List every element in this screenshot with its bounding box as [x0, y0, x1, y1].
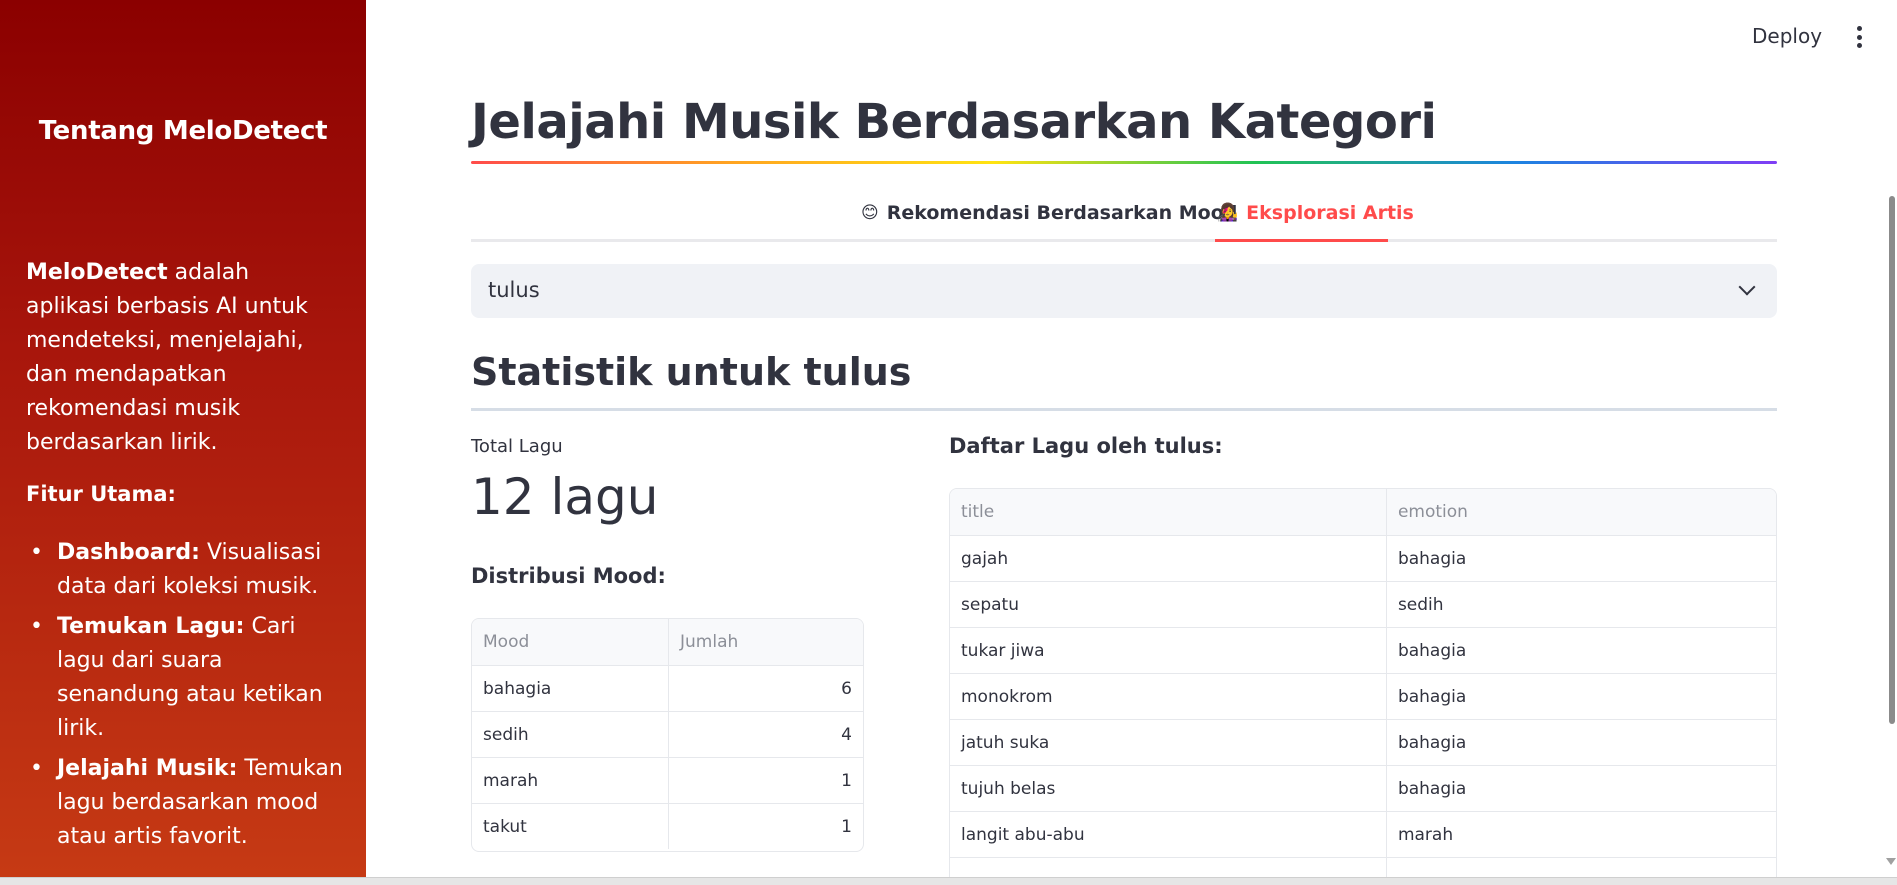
- window-bottom-edge: [0, 877, 1897, 885]
- deploy-button[interactable]: Deploy: [1752, 24, 1822, 48]
- table-row: tujuh belas bahagia: [950, 765, 1776, 811]
- bullet-icon: •: [30, 756, 43, 781]
- artist-select-value: tulus: [488, 278, 540, 302]
- feature-item: • Temukan Lagu: Cari lagu dari suara sena…: [26, 610, 344, 746]
- bullet-icon: •: [30, 540, 43, 565]
- scroll-down-arrow-icon[interactable]: [1886, 858, 1896, 865]
- sidebar: Tentang MeloDetect MeloDetect adalah apl…: [0, 0, 366, 877]
- table-header-row: title emotion: [950, 489, 1776, 535]
- column-header[interactable]: Mood: [472, 619, 668, 665]
- table-row: sepatu sedih: [950, 581, 1776, 627]
- active-tab-indicator: [1215, 239, 1388, 242]
- feature-name: Dashboard:: [57, 540, 200, 565]
- chevron-down-icon: [1738, 278, 1756, 296]
- table-row: monokrom bahagia: [950, 673, 1776, 719]
- metric-value: 12 lagu: [471, 468, 659, 526]
- table-cell[interactable]: 1: [668, 758, 863, 803]
- table-cell[interactable]: jatuh suka: [950, 720, 1386, 765]
- table-row: langit abu-abu marah: [950, 811, 1776, 857]
- table-row: marah 1: [472, 757, 863, 803]
- table-cell[interactable]: marah: [472, 758, 668, 803]
- features-title: Fitur Utama:: [26, 482, 176, 506]
- tab-artist-exploration[interactable]: 👩‍🎤 Eksplorasi Artis: [1217, 202, 1414, 224]
- kebab-menu-icon[interactable]: [1852, 26, 1866, 48]
- tab-label: Eksplorasi Artis: [1246, 202, 1414, 224]
- table-header-row: Mood Jumlah: [472, 619, 863, 665]
- table-cell[interactable]: langit abu-abu: [950, 812, 1386, 857]
- table-row: gajah bahagia: [950, 535, 1776, 581]
- table-row: jatuh suka bahagia: [950, 719, 1776, 765]
- table-cell[interactable]: tukar jiwa: [950, 628, 1386, 673]
- table-cell[interactable]: sedih: [472, 712, 668, 757]
- tab-bar: 😊 Rekomendasi Berdasarkan Mood 👩‍🎤 Ekspl…: [471, 196, 1777, 242]
- column-header[interactable]: emotion: [1385, 489, 1776, 535]
- sidebar-title: Tentang MeloDetect: [38, 116, 328, 146]
- mood-distribution-title: Distribusi Mood:: [471, 564, 666, 588]
- smile-emoji-icon: 😊: [861, 203, 879, 223]
- table-cell[interactable]: bahagia: [1385, 536, 1776, 581]
- feature-name: Jelajahi Musik:: [57, 756, 238, 781]
- table-cell[interactable]: 6: [668, 666, 863, 711]
- table-cell[interactable]: 1: [668, 804, 863, 849]
- sidebar-description: MeloDetect adalah aplikasi berbasis AI u…: [26, 256, 336, 460]
- table-cell[interactable]: sedih: [1385, 582, 1776, 627]
- feature-item: • Jelajahi Musik: Temukan lagu berdasarka…: [26, 752, 344, 854]
- bullet-icon: •: [30, 614, 43, 639]
- scrollbar-thumb[interactable]: [1889, 196, 1895, 724]
- tab-mood-recommendation[interactable]: 😊 Rekomendasi Berdasarkan Mood: [861, 202, 1237, 224]
- table-cell[interactable]: bahagia: [1385, 766, 1776, 811]
- songs-table[interactable]: title emotion gajah bahagia sepatu sedih…: [949, 488, 1777, 885]
- stats-divider: [471, 408, 1777, 411]
- table-cell[interactable]: bahagia: [1385, 628, 1776, 673]
- feature-name: Temukan Lagu:: [57, 614, 245, 639]
- tab-label: Rekomendasi Berdasarkan Mood: [886, 202, 1238, 224]
- table-row: tukar jiwa bahagia: [950, 627, 1776, 673]
- table-cell[interactable]: 4: [668, 712, 863, 757]
- table-row: bahagia 6: [472, 665, 863, 711]
- table-cell[interactable]: bahagia: [1385, 720, 1776, 765]
- description-text: adalah aplikasi berbasis AI untuk mendet…: [26, 260, 308, 455]
- songs-list-title: Daftar Lagu oleh tulus:: [949, 434, 1223, 458]
- table-cell[interactable]: gajah: [950, 536, 1386, 581]
- app-name: MeloDetect: [26, 260, 168, 285]
- table-cell[interactable]: bahagia: [1385, 674, 1776, 719]
- table-row: takut 1: [472, 803, 863, 849]
- table-cell[interactable]: monokrom: [950, 674, 1386, 719]
- table-cell[interactable]: takut: [472, 804, 668, 849]
- singer-emoji-icon: 👩‍🎤: [1217, 203, 1239, 223]
- table-cell[interactable]: bahagia: [472, 666, 668, 711]
- table-cell[interactable]: marah: [1385, 812, 1776, 857]
- mood-table[interactable]: Mood Jumlah bahagia 6 sedih 4 marah 1 ta…: [471, 618, 864, 852]
- artist-select[interactable]: tulus: [471, 264, 1777, 318]
- metric-label: Total Lagu: [471, 436, 563, 457]
- stats-heading: Statistik untuk tulus: [471, 350, 912, 394]
- table-cell[interactable]: tujuh belas: [950, 766, 1386, 811]
- table-row: sedih 4: [472, 711, 863, 757]
- table-cell[interactable]: sepatu: [950, 582, 1386, 627]
- column-header[interactable]: title: [950, 489, 1386, 535]
- feature-item: • Dashboard: Visualisasi data dari koleks…: [26, 536, 344, 604]
- features-list: • Dashboard: Visualisasi data dari koleks…: [26, 536, 344, 860]
- title-divider: [471, 161, 1777, 164]
- app-window: Tentang MeloDetect MeloDetect adalah apl…: [0, 0, 1897, 885]
- column-header[interactable]: Jumlah: [668, 619, 863, 665]
- page-title: Jelajahi Musik Berdasarkan Kategori: [471, 94, 1437, 150]
